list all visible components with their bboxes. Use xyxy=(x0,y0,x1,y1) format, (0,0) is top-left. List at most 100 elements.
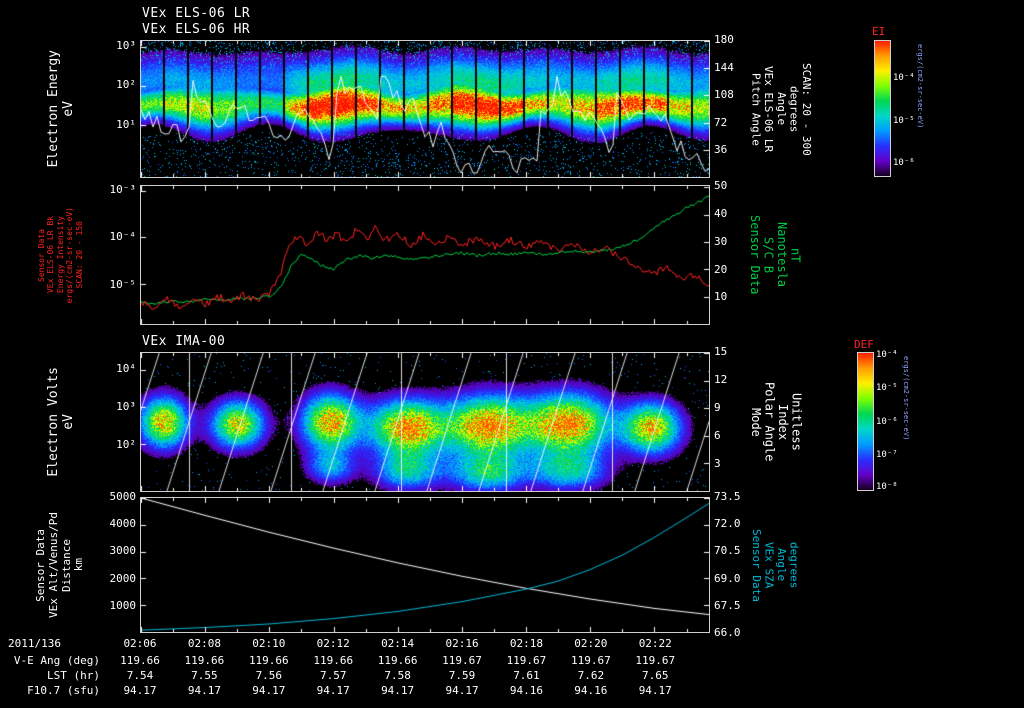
footer-value: 94.17 xyxy=(445,684,479,697)
p4-left-tick: 4000 xyxy=(109,517,137,531)
ei-colorbar-tick: 10⁻⁶ xyxy=(893,158,915,169)
nt-unit-label: nT xyxy=(788,247,803,263)
def-colorbar-tick: 10⁻⁴ xyxy=(876,349,898,360)
angle-label: Angle xyxy=(774,92,788,126)
footer-value: 7.56 xyxy=(255,669,283,682)
p4-y-axis-title: Sensor Data VEx Alt/Venus/Pd Distance km xyxy=(22,497,98,633)
footer-value: 94.17 xyxy=(252,684,286,697)
p4-right-tick: 69.0 xyxy=(714,571,741,585)
energy-intensity-label: Energy Intensity xyxy=(55,216,65,294)
time-tick-label: 02:10 xyxy=(252,637,286,650)
def-colorbar-tick: 10⁻⁵ xyxy=(876,383,898,394)
time-tick-label: 02:06 xyxy=(123,637,157,650)
index-label: Index xyxy=(776,403,791,441)
ei-colorbar-tick: 10⁻⁴ xyxy=(893,73,915,84)
electron-volts-label: Electron Volts xyxy=(45,367,61,477)
p3-y-axis-title: Electron Volts eV xyxy=(30,352,92,492)
p3-left-tick: 10⁴ xyxy=(116,362,136,376)
vex-sza-label: VEx SZA xyxy=(762,541,776,589)
def-colorbar-tick: 10⁻⁸ xyxy=(876,481,898,492)
footer-value: 119.67 xyxy=(570,654,611,667)
ima-spectrogram xyxy=(140,352,710,492)
sza-degrees-label: degrees xyxy=(787,541,801,589)
footer-value: 7.65 xyxy=(642,669,669,682)
time-tick-label: 02:18 xyxy=(509,637,543,650)
sza-angle-label: Angle xyxy=(775,548,789,582)
footer-value: 119.66 xyxy=(248,654,289,667)
p1-right-tick: 36 xyxy=(714,143,728,157)
electron-energy-label: Electron Energy xyxy=(45,50,61,168)
els-spectrogram xyxy=(140,40,710,178)
altitude-sza-chart xyxy=(140,497,710,633)
footer-value: 119.67 xyxy=(635,654,676,667)
footer-value: 119.66 xyxy=(120,654,160,667)
p2-right-tick: 30 xyxy=(714,234,728,248)
footer-value: 94.17 xyxy=(638,684,672,697)
date-label: 2011/136 xyxy=(8,637,61,650)
pitch-angle-label: Pitch Angle xyxy=(749,72,763,146)
p2-right-tick: 50 xyxy=(714,179,728,193)
p4-left-tick: 5000 xyxy=(109,490,137,503)
unitless-label: Unitless xyxy=(789,393,804,451)
ei-colorbar-unit-label: ergs/(cm2-sr-sec-eV) xyxy=(916,44,924,129)
footer-value: 119.67 xyxy=(442,654,482,667)
b-sensor-data-label: Sensor Data xyxy=(747,215,762,295)
ve-ang-row-label: V-E Ang (deg) xyxy=(13,654,100,667)
els-lr-title: VEx ELS-06 LR xyxy=(142,6,251,21)
nanotesla-label: Nanotesla xyxy=(775,222,790,288)
p4-right-tick: 66.0 xyxy=(714,626,741,639)
p3-right-tick: 15 xyxy=(714,345,728,358)
p3-right-tick: 9 xyxy=(714,401,721,414)
ei-colorbar-tick: 10⁻⁵ xyxy=(893,115,915,126)
sensor-data-label: Sensor Data xyxy=(37,228,47,282)
km-unit-label: km xyxy=(72,558,86,572)
p2-right-tick: 20 xyxy=(714,262,728,276)
footer-value: 119.66 xyxy=(313,654,354,667)
footer-value: 94.17 xyxy=(123,684,157,697)
intensity-bfield-chart xyxy=(140,185,710,325)
p3-right-tick: 6 xyxy=(714,429,721,442)
p2-left-tick: 10⁻⁵ xyxy=(109,277,137,291)
footer-value: 94.16 xyxy=(509,684,543,697)
footer-value: 94.17 xyxy=(187,684,221,697)
footer-value: 7.55 xyxy=(191,669,218,682)
p3-right-tick: 12 xyxy=(714,373,728,386)
sza-sensor-data-label: Sensor Data xyxy=(749,528,763,602)
p1-right-tick: 144 xyxy=(714,60,734,74)
p2-left-tick: 10⁻⁴ xyxy=(109,230,137,244)
ima-title: VEx IMA-00 xyxy=(142,334,226,349)
p4-left-tick: 3000 xyxy=(109,544,137,558)
footer-value: 94.16 xyxy=(574,684,608,697)
p4-right-tick: 73.5 xyxy=(714,490,741,503)
ei-colorbar xyxy=(874,40,891,177)
p3-left-tick: 10³ xyxy=(116,399,136,413)
ei-colorbar-label: EI xyxy=(872,25,886,38)
footer-value: 94.17 xyxy=(381,684,415,697)
p3-right-tick: 3 xyxy=(714,457,721,470)
els-bk-label: VEx ELS-06 LR Bk xyxy=(46,216,56,294)
lst-row-label: LST (hr) xyxy=(47,669,100,682)
footer-value: 7.62 xyxy=(577,669,605,682)
p1-left-tick: 10³ xyxy=(116,38,136,52)
p2-y-axis-title: Sensor Data VEx ELS-06 LR Bk Energy Inte… xyxy=(30,185,92,325)
p4-left-tick: 1000 xyxy=(109,598,137,612)
footer-value: 119.66 xyxy=(377,654,418,667)
p4-right-tick: 72.0 xyxy=(714,517,741,531)
p4-right-tick: 70.5 xyxy=(714,544,741,558)
alt-venus-pd-label: VEx Alt/Venus/Pd xyxy=(46,512,60,618)
sc-b-label: S/C B xyxy=(761,236,776,274)
p2-right-axis-title: Sensor Data S/C B Nanotesla nT xyxy=(746,185,804,325)
p1-left-tick: 10¹ xyxy=(116,117,136,131)
p2-right-tick: 40 xyxy=(714,207,728,221)
scan-20-300-label: SCAN: 20 - 300 xyxy=(799,62,813,156)
p2-right-tick: 10 xyxy=(714,290,728,304)
time-tick-label: 02:08 xyxy=(187,637,221,650)
els-hr-title: VEx ELS-06 HR xyxy=(142,22,251,37)
distance-label: Distance xyxy=(59,538,73,592)
els-lr-axis-label: VEx ELS-06 LR xyxy=(762,65,776,153)
def-colorbar xyxy=(857,352,874,491)
footer-value: 119.66 xyxy=(184,654,225,667)
footer-value: 7.54 xyxy=(126,669,154,682)
def-colorbar-unit-label: ergs/(cm2-sr-sec-eV) xyxy=(902,356,910,441)
footer-value: 7.58 xyxy=(384,669,411,682)
